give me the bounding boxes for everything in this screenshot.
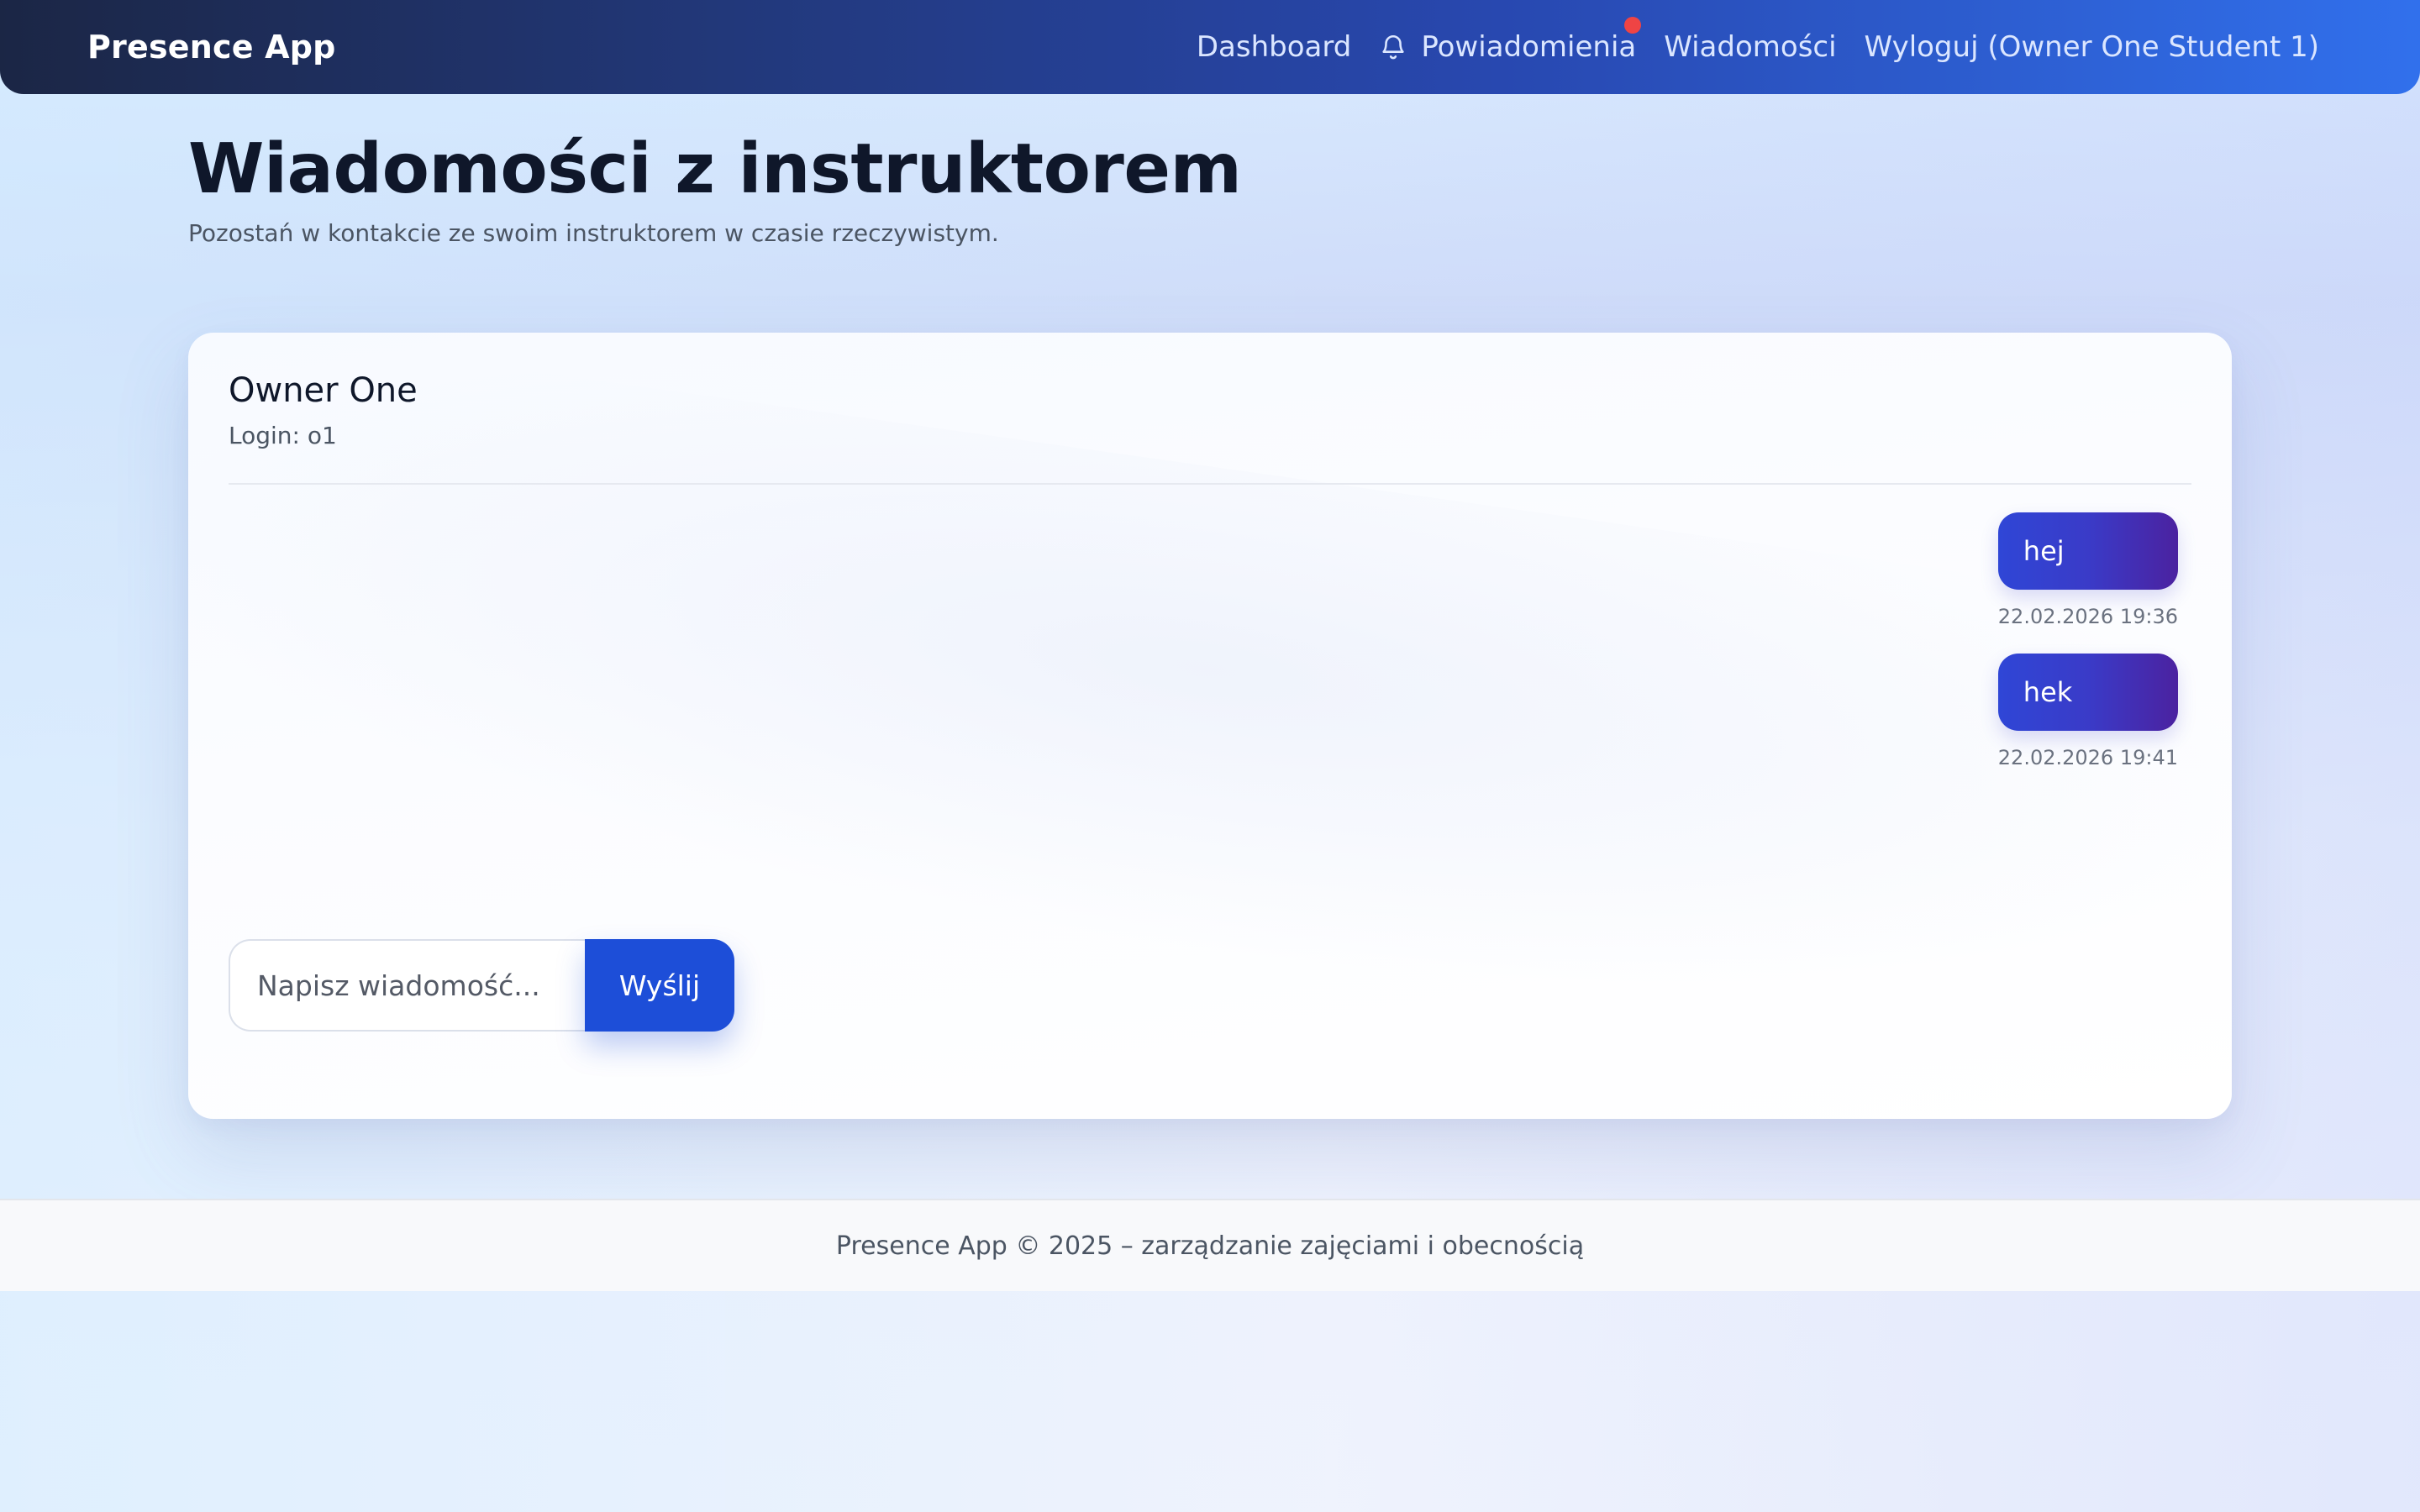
- page-footer: Presence App © 2025 – zarządzanie zajęci…: [0, 1199, 2420, 1291]
- bell-icon: [1382, 35, 1404, 60]
- nav-links: Dashboard Powiadomienia Wiadomości Wylog…: [1197, 17, 2319, 64]
- page-title: Wiadomości z instruktorem: [188, 129, 1242, 209]
- brand-logo[interactable]: Presence App: [87, 29, 336, 66]
- nav-dashboard-link[interactable]: Dashboard: [1197, 30, 1351, 64]
- message-item: hej 22.02.2026 19:36: [1997, 512, 2178, 628]
- send-button[interactable]: Wyślij: [585, 939, 734, 1032]
- conversation-divider: [229, 483, 2191, 485]
- message-input[interactable]: [229, 939, 585, 1032]
- nav-messages-link[interactable]: Wiadomości: [1664, 30, 1836, 64]
- top-navbar: Presence App Dashboard Powiadomienia Wia…: [0, 0, 2420, 94]
- contact-login: Login: o1: [229, 422, 337, 449]
- message-item: hek 22.02.2026 19:41: [1997, 654, 2178, 769]
- footer-text: Presence App © 2025 – zarządzanie zajęci…: [835, 1231, 1585, 1261]
- nav-notifications-label: Powiadomienia: [1421, 30, 1637, 64]
- message-timestamp: 22.02.2026 19:41: [1997, 746, 2178, 769]
- page-subtitle: Pozostań w kontakcie ze swoim instruktor…: [188, 219, 999, 248]
- notifications-label-wrap: Powiadomienia: [1421, 17, 1642, 64]
- nav-notifications-link[interactable]: Powiadomienia: [1379, 17, 1642, 64]
- nav-logout-link[interactable]: Wyloguj (Owner One Student 1): [1865, 30, 2319, 64]
- message-timestamp: 22.02.2026 19:36: [1997, 605, 2178, 628]
- notification-badge-dot: [1624, 17, 1642, 34]
- conversation-card: Owner One Login: o1 hej 22.02.2026 19:36…: [188, 333, 2232, 1119]
- contact-name: Owner One: [229, 371, 418, 410]
- message-list: hej 22.02.2026 19:36 hek 22.02.2026 19:4…: [1997, 512, 2178, 795]
- message-bubble: hej: [1997, 512, 2178, 590]
- message-composer: Wyślij: [229, 939, 734, 1032]
- page-header: Wiadomości z instruktorem Pozostań w kon…: [188, 129, 1242, 248]
- message-bubble: hek: [1997, 654, 2178, 731]
- conversation-header: Owner One Login: o1: [229, 371, 418, 449]
